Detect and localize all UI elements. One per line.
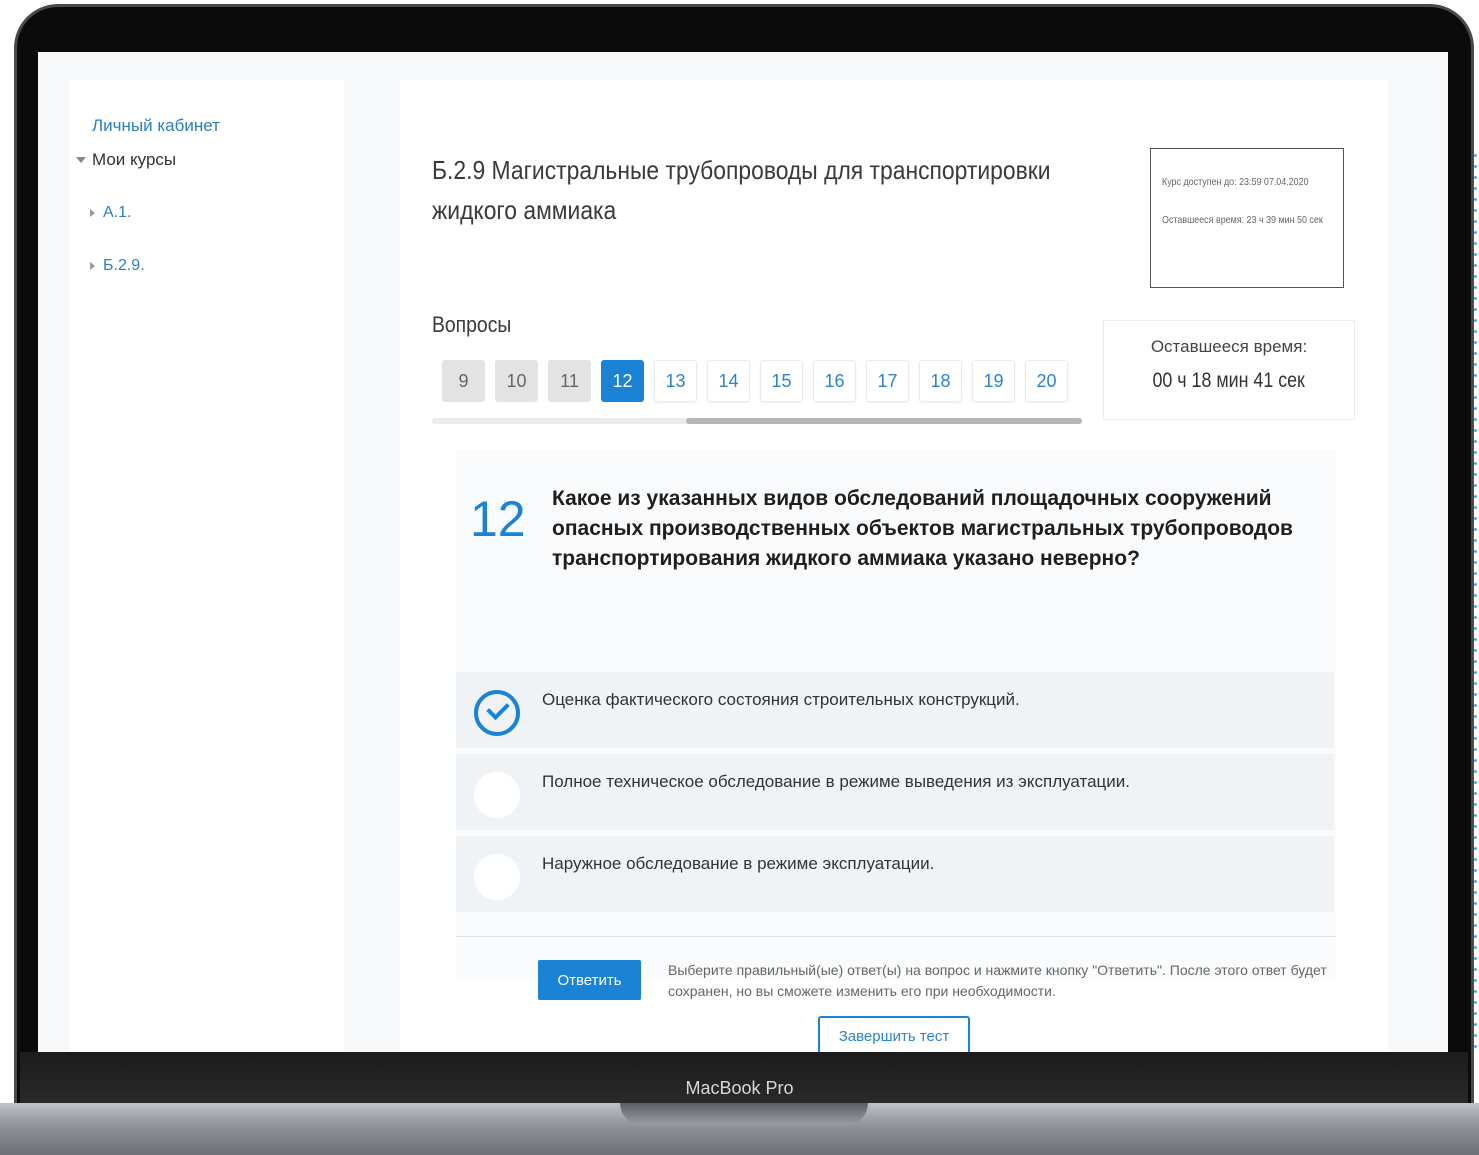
answer-hint: Выберите правильный(ые) ответ(ы) на вопр… xyxy=(668,962,1327,999)
radio-circle-icon[interactable] xyxy=(474,772,520,818)
radio-circle-icon[interactable] xyxy=(474,854,520,900)
sidebar-item-b29[interactable]: Б.2.9. xyxy=(90,257,145,275)
timer-value: 00 ч 18 мин 41 сек xyxy=(1152,369,1306,392)
question-nav-button-18[interactable]: 18 xyxy=(919,360,962,402)
question-nav-button-20[interactable]: 20 xyxy=(1025,360,1068,402)
question-nav-button-16[interactable]: 16 xyxy=(813,360,856,402)
question-nav-button-10[interactable]: 10 xyxy=(495,360,538,402)
main-content: Б.2.9 Магистральные трубопроводы для тра… xyxy=(400,80,1388,1052)
answer-text: Оценка фактического состояния строительн… xyxy=(542,690,1020,709)
sidebar: Личный кабинет Мои курсы А.1. Б.2.9. xyxy=(70,80,344,1052)
personal-cabinet-link[interactable]: Личный кабинет xyxy=(92,116,220,136)
answer-option-2[interactable]: Полное техническое обследование в режиме… xyxy=(456,754,1334,830)
sidebar-item-a1[interactable]: А.1. xyxy=(90,204,131,222)
available-until: Курс доступен до: 23:59 07.04.2020 xyxy=(1162,176,1309,188)
sidebar-item-label: А.1. xyxy=(103,204,132,221)
caret-down-icon xyxy=(76,157,86,163)
my-courses-toggle[interactable]: Мои курсы xyxy=(76,150,176,170)
answer-option-1[interactable]: Оценка фактического состояния строительн… xyxy=(456,672,1334,748)
question-panel: 12 Какое из указанных видов обследований… xyxy=(456,450,1336,1000)
answer-option-3[interactable]: Наружное обследование в режиме эксплуата… xyxy=(456,836,1334,912)
screen: Личный кабинет Мои курсы А.1. Б.2.9. Б.2… xyxy=(38,52,1448,1052)
question-nav-scrollbar[interactable] xyxy=(432,418,1082,424)
submit-answer-button[interactable]: Ответить xyxy=(538,960,641,1000)
finish-test-button[interactable]: Завершить тест xyxy=(818,1016,970,1052)
caret-right-icon xyxy=(90,209,95,217)
question-navigation: 9 10 11 12 13 14 15 16 17 18 19 20 xyxy=(442,360,1068,402)
question-nav-button-11[interactable]: 11 xyxy=(548,360,591,402)
question-nav-button-9[interactable]: 9 xyxy=(442,360,485,402)
question-nav-button-14[interactable]: 14 xyxy=(707,360,750,402)
divider xyxy=(456,936,1336,937)
scrollbar-thumb[interactable] xyxy=(686,418,1082,424)
my-courses-label: Мои курсы xyxy=(92,150,177,169)
timer-box: Оставшееся время: 00 ч 18 мин 41 сек xyxy=(1103,320,1355,420)
device-brand-label: MacBook Pro xyxy=(685,1078,794,1098)
course-remaining-time: Оставшееся время: 23 ч 39 мин 50 сек xyxy=(1162,214,1323,226)
timer-label: Оставшееся время: xyxy=(1150,337,1308,356)
sidebar-item-label: Б.2.9. xyxy=(103,257,145,274)
question-nav-button-19[interactable]: 19 xyxy=(972,360,1015,402)
checked-circle-icon[interactable] xyxy=(474,690,520,736)
question-nav-button-12[interactable]: 12 xyxy=(601,360,644,402)
laptop-notch xyxy=(620,1103,868,1125)
questions-label: Вопросы xyxy=(432,312,512,337)
question-nav-button-17[interactable]: 17 xyxy=(866,360,909,402)
course-title: Б.2.9 Магистральные трубопроводы для тра… xyxy=(432,155,1051,225)
question-text: Какое из указанных видов обследований пл… xyxy=(552,487,1293,570)
question-nav-button-13[interactable]: 13 xyxy=(654,360,697,402)
question-number: 12 xyxy=(470,491,526,547)
availability-box: Курс доступен до: 23:59 07.04.2020 Остав… xyxy=(1150,148,1344,288)
answer-text: Наружное обследование в режиме эксплуата… xyxy=(542,854,935,873)
caret-right-icon xyxy=(90,262,95,270)
answer-text: Полное техническое обследование в режиме… xyxy=(542,772,1131,791)
question-nav-button-15[interactable]: 15 xyxy=(760,360,803,402)
